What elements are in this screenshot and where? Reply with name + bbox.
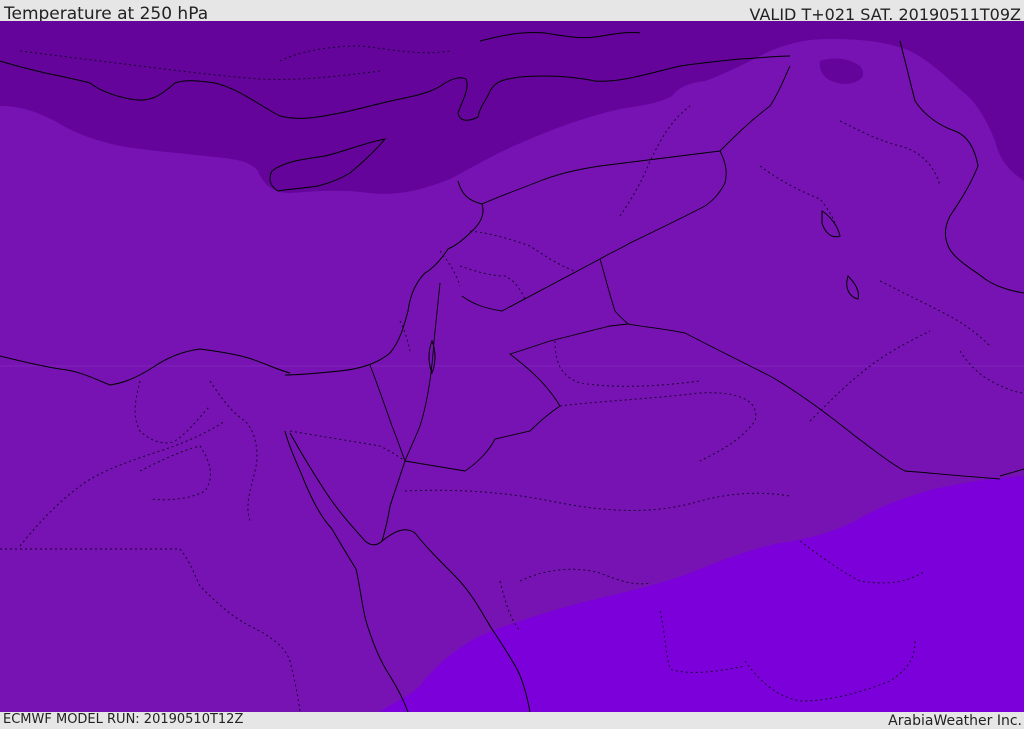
credit-label: ArabiaWeather Inc. <box>888 713 1022 729</box>
header-bar: Temperature at 250 hPa VALID T+021 SAT. … <box>0 0 1024 24</box>
map-canvas[interactable] <box>0 21 1024 712</box>
forecast-map-page: Temperature at 250 hPa VALID T+021 SAT. … <box>0 0 1024 729</box>
temperature-map[interactable] <box>0 21 1024 712</box>
footer-bar: ECMWF MODEL RUN: 20190510T12Z ArabiaWeat… <box>0 712 1024 729</box>
model-run-label: ECMWF MODEL RUN: 20190510T12Z <box>3 712 244 727</box>
